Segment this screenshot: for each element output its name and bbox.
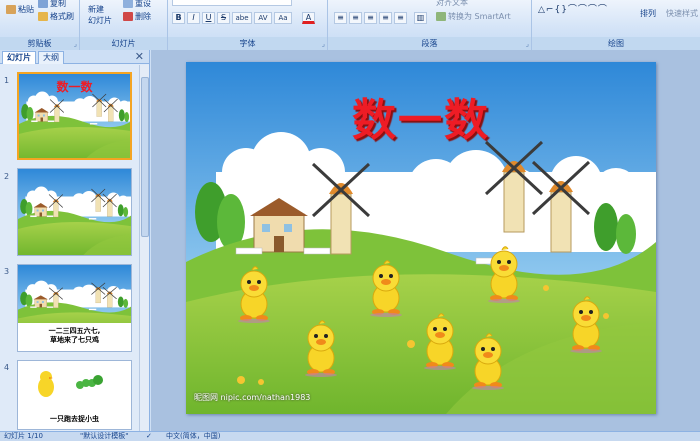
arrange-button[interactable]: 排列 [640, 8, 656, 19]
convert-smartart-button[interactable]: 转换为 SmartArt [436, 11, 511, 22]
thumbnail-caption: 一只跑去捉小虫 [50, 415, 99, 423]
align-left-icon[interactable]: ≡ [334, 12, 347, 24]
thumbnail-image [18, 265, 132, 323]
delete-slide-button[interactable]: 删除 [123, 11, 151, 22]
thumbnail-number: 2 [4, 172, 10, 181]
scrollbar-thumb[interactable] [141, 77, 149, 237]
slide-thumbnail-4[interactable]: 一只跑去捉小虫 [17, 360, 132, 430]
watermark: 昵图网 nipic.com/nathan1983 [194, 393, 311, 402]
strikethrough-button[interactable]: S [217, 12, 230, 24]
tab-slides[interactable]: 幻灯片 [2, 51, 36, 64]
close-icon[interactable]: ✕ [135, 50, 144, 63]
shadow-button[interactable]: abe [232, 12, 252, 24]
change-case-button[interactable]: Aa [274, 12, 292, 24]
paragraph-group: ≡ ≡ ≡ ≡ ≡ ▥ 对齐文本 转换为 SmartArt 段落 ⌟ [328, 0, 532, 50]
caterpillar-icon [76, 375, 103, 389]
slides-group-label: 幻灯片 [80, 37, 167, 50]
thumbnail-caption: 一二三四五六七, 草地来了七只鸡 [48, 327, 101, 344]
delete-icon [123, 12, 133, 21]
font-group: B I U S abe AV Aa A 字体 ⌟ [168, 0, 328, 50]
drawing-group-label: 绘图 [532, 37, 700, 50]
reset-button[interactable]: 重设 [123, 0, 151, 9]
dialog-launcher-icon[interactable]: ⌟ [74, 40, 77, 48]
underline-button[interactable]: U [202, 12, 215, 24]
smartart-icon [436, 12, 446, 21]
font-name-combobox[interactable] [172, 0, 292, 6]
shapes-gallery[interactable]: △⌐{}⌒⌒⌒⌒ [538, 2, 628, 15]
dialog-launcher-icon[interactable]: ⌟ [526, 40, 529, 48]
slide-thumbnail-1[interactable]: 数一数 [17, 72, 132, 160]
thumbnail-image [38, 371, 103, 397]
font-color-button[interactable]: A [302, 12, 315, 24]
paste-icon [6, 5, 16, 14]
char-spacing-button[interactable]: AV [254, 12, 272, 24]
pane-scrollbar[interactable] [139, 65, 149, 431]
spellcheck-icon[interactable]: ✓ [146, 432, 152, 441]
thumbnail-number: 3 [4, 267, 10, 276]
dialog-launcher-icon[interactable]: ⌟ [322, 40, 325, 48]
clipboard-group-label: 剪贴板 [0, 37, 79, 50]
pane-tabs: 幻灯片 大纲 ✕ [0, 50, 149, 64]
slide-editor: 数一数 昵图网 nipic.com/nathan1983 [151, 50, 700, 431]
slide-title[interactable]: 数一数 [186, 84, 656, 148]
powerpoint-window: 粘贴 复制 格式刷 剪贴板 ⌟ 新建 幻灯片 重设 删除 幻灯片 B I U S… [0, 0, 700, 441]
clipboard-group: 粘贴 复制 格式刷 剪贴板 ⌟ [0, 0, 80, 50]
align-center-icon[interactable]: ≡ [349, 12, 362, 24]
copy-icon [38, 0, 48, 8]
copy-button[interactable]: 复制 [38, 0, 66, 9]
font-group-label: 字体 [168, 37, 327, 50]
thumbnail-title: 数一数 [56, 80, 93, 94]
thumbnail-image [18, 169, 132, 256]
bold-button[interactable]: B [172, 12, 185, 24]
slide-thumbnail-2[interactable] [17, 168, 132, 256]
format-painter-button[interactable]: 格式刷 [38, 11, 74, 22]
brush-icon [38, 12, 48, 21]
new-slide-button[interactable]: 新建 幻灯片 [88, 4, 112, 26]
italic-button[interactable]: I [187, 12, 200, 24]
drawing-group: △⌐{}⌒⌒⌒⌒ 排列 快速样式 绘图 [532, 0, 700, 50]
paste-button[interactable]: 粘贴 [6, 4, 34, 15]
current-slide[interactable]: 数一数 昵图网 nipic.com/nathan1983 [186, 62, 656, 414]
quick-styles-button[interactable]: 快速样式 [666, 8, 698, 19]
distribute-icon[interactable]: ≡ [394, 12, 407, 24]
ribbon: 粘贴 复制 格式刷 剪贴板 ⌟ 新建 幻灯片 重设 删除 幻灯片 B I U S… [0, 0, 700, 50]
reset-icon [123, 0, 133, 8]
theme-name: "默认设计模板" [80, 432, 129, 440]
language-indicator[interactable]: 中文(简体，中国) [166, 432, 220, 441]
slide-counter: 幻灯片 1/10 [4, 432, 43, 440]
thumbnail-number: 1 [4, 76, 10, 85]
columns-icon[interactable]: ▥ [414, 12, 427, 24]
tab-outline[interactable]: 大纲 [38, 51, 64, 64]
slides-group: 新建 幻灯片 重设 删除 幻灯片 [80, 0, 168, 50]
status-bar: 幻灯片 1/10 "默认设计模板" ✓ 中文(简体，中国) [0, 431, 700, 441]
slide-thumbnail-3[interactable]: 一二三四五六七, 草地来了七只鸡 [17, 264, 132, 352]
slides-pane: 幻灯片 大纲 ✕ 1 数一数 2 3 一二三四五六七, 草地来了七只鸡 4 一只… [0, 50, 150, 431]
paragraph-group-label: 段落 [328, 37, 531, 50]
justify-icon[interactable]: ≡ [379, 12, 392, 24]
thumbnail-number: 4 [4, 363, 10, 372]
align-text-button[interactable]: 对齐文本 [436, 0, 468, 8]
align-right-icon[interactable]: ≡ [364, 12, 377, 24]
